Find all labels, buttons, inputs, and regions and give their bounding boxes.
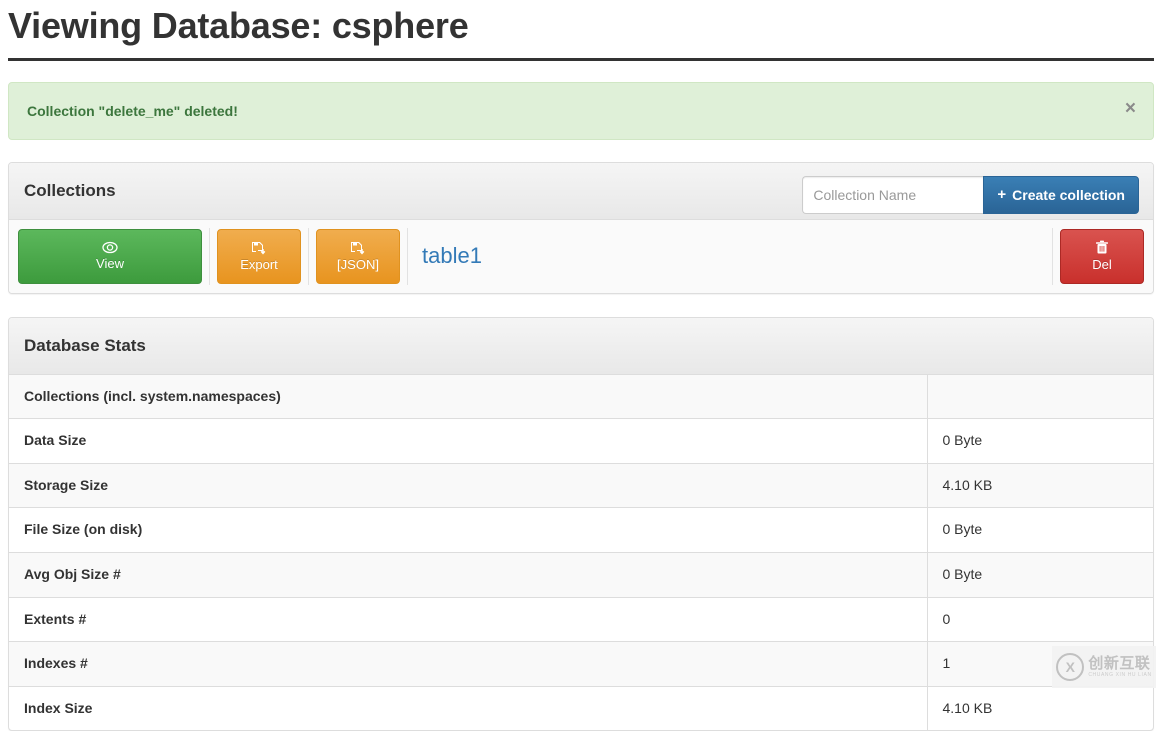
- create-collection-button[interactable]: + Create collection: [983, 176, 1139, 214]
- plus-icon: +: [997, 187, 1006, 202]
- collection-link[interactable]: table1: [408, 243, 1052, 269]
- watermark-texts: 创新互联 CHUANG XIN HU LIAN: [1088, 656, 1151, 678]
- view-button-label: View: [96, 256, 124, 271]
- stats-table-body: Collections (incl. system.namespaces) Da…: [9, 375, 1153, 731]
- watermark-logo: X 创新互联 CHUANG XIN HU LIAN: [1052, 646, 1156, 688]
- stat-label: Collections (incl. system.namespaces): [9, 375, 927, 419]
- export-json-button-label: [JSON]: [337, 257, 379, 272]
- collections-title: Collections: [24, 177, 116, 205]
- title-divider: [8, 58, 1154, 61]
- stat-label: Indexes #: [9, 642, 927, 687]
- stat-value: 4.10 KB: [927, 686, 1153, 730]
- stat-value: 4.10 KB: [927, 463, 1153, 508]
- export-button[interactable]: Export: [217, 229, 301, 284]
- stat-value: 0: [927, 597, 1153, 642]
- database-stats-panel: Database Stats Collections (incl. system…: [8, 317, 1154, 731]
- watermark-mark-icon: X: [1056, 653, 1084, 681]
- table-row: Avg Obj Size # 0 Byte: [9, 552, 1153, 597]
- stat-value: [927, 375, 1153, 419]
- create-collection-label: Create collection: [1012, 187, 1125, 203]
- table-row: Storage Size 4.10 KB: [9, 463, 1153, 508]
- export-button-label: Export: [240, 257, 278, 272]
- view-button-cell: View: [9, 228, 210, 285]
- stat-label: Index Size: [9, 686, 927, 730]
- stat-value: 0 Byte: [927, 552, 1153, 597]
- delete-button-label: Del: [1092, 257, 1112, 272]
- save-download-icon: [350, 241, 366, 255]
- stat-value: 0 Byte: [927, 508, 1153, 553]
- json-button-cell: [JSON]: [309, 228, 408, 285]
- collection-name-input[interactable]: [802, 176, 983, 214]
- watermark-en-text: CHUANG XIN HU LIAN: [1088, 673, 1151, 678]
- delete-collection-button[interactable]: Del: [1060, 229, 1144, 284]
- table-row: Collections (incl. system.namespaces): [9, 375, 1153, 419]
- collections-panel-header: Collections + Create collection: [9, 163, 1153, 220]
- table-row: File Size (on disk) 0 Byte: [9, 508, 1153, 553]
- table-row: Index Size 4.10 KB: [9, 686, 1153, 730]
- view-button[interactable]: View: [18, 229, 202, 284]
- save-download-icon: [251, 241, 267, 255]
- table-row: Data Size 0 Byte: [9, 419, 1153, 464]
- database-stats-title: Database Stats: [24, 332, 146, 360]
- success-alert: Collection "delete_me" deleted! ×: [8, 82, 1154, 140]
- export-json-button[interactable]: [JSON]: [316, 229, 400, 284]
- page-container: Viewing Database: csphere Collection "de…: [0, 0, 1162, 731]
- stat-label: Data Size: [9, 419, 927, 464]
- trash-icon: [1095, 240, 1109, 255]
- export-button-cell: Export: [210, 228, 309, 285]
- stat-label: Extents #: [9, 597, 927, 642]
- database-stats-table: Collections (incl. system.namespaces) Da…: [9, 375, 1153, 731]
- stat-label: File Size (on disk): [9, 508, 927, 553]
- database-stats-header: Database Stats: [9, 318, 1153, 375]
- stat-label: Storage Size: [9, 463, 927, 508]
- collections-panel: Collections + Create collection: [8, 162, 1154, 294]
- close-icon[interactable]: ×: [1125, 101, 1136, 117]
- watermark-cn-text: 创新互联: [1088, 656, 1151, 671]
- stat-value: 0 Byte: [927, 419, 1153, 464]
- page-title: Viewing Database: csphere: [8, 0, 1154, 58]
- eye-icon: [102, 241, 118, 254]
- stat-label: Avg Obj Size #: [9, 552, 927, 597]
- collection-row: View Export: [9, 220, 1153, 293]
- table-row: Extents # 0: [9, 597, 1153, 642]
- delete-button-cell: Del: [1052, 228, 1153, 285]
- table-row: Indexes # 1: [9, 642, 1153, 687]
- create-collection-form: + Create collection: [802, 176, 1139, 214]
- alert-message: Collection "delete_me" deleted!: [27, 103, 238, 119]
